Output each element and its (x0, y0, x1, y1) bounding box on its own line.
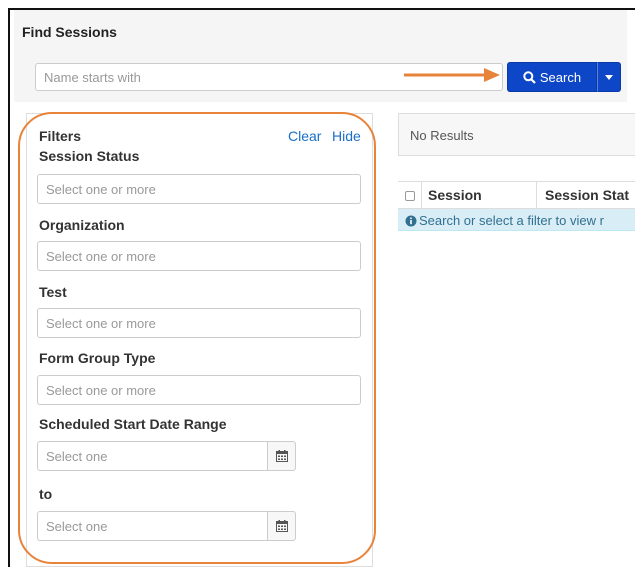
column-header-session-status[interactable]: Session Stat (545, 187, 629, 203)
info-icon (405, 215, 417, 226)
filters-title: Filters (39, 128, 82, 144)
info-message: Search or select a filter to view r (405, 213, 604, 228)
search-options-dropdown[interactable] (597, 62, 621, 92)
session-status-label: Session Status (39, 148, 140, 164)
organization-select[interactable] (37, 241, 361, 271)
form-group-type-label: Form Group Type (39, 350, 156, 366)
organization-label: Organization (39, 217, 125, 233)
column-divider (536, 182, 537, 208)
form-group-type-select[interactable] (37, 375, 361, 405)
column-divider (421, 182, 422, 208)
arrow-annotation (404, 68, 500, 82)
clear-filters-link[interactable]: Clear (288, 128, 321, 144)
hide-filters-link[interactable]: Hide (332, 128, 361, 144)
end-date-picker-button[interactable] (267, 511, 296, 541)
date-range-to-label: to (39, 486, 53, 502)
info-message-text: Search or select a filter to view r (419, 213, 604, 228)
end-date-input[interactable] (37, 511, 268, 541)
scheduled-start-date-range-label: Scheduled Start Date Range (39, 416, 227, 432)
session-status-select[interactable] (37, 174, 361, 204)
test-select[interactable] (37, 308, 361, 338)
calendar-icon (275, 520, 288, 532)
results-status-text: No Results (410, 128, 474, 143)
test-label: Test (39, 284, 67, 300)
select-all-checkbox[interactable] (405, 191, 415, 201)
caret-down-icon (605, 74, 613, 80)
start-date-input[interactable] (37, 441, 268, 471)
calendar-icon (275, 450, 288, 462)
start-date-picker-button[interactable] (267, 441, 296, 471)
column-header-session[interactable]: Session (428, 187, 482, 203)
search-icon (523, 70, 536, 84)
page-title: Find Sessions (22, 24, 117, 40)
search-button-label: Search (539, 69, 582, 85)
search-button[interactable]: Search (507, 62, 597, 92)
